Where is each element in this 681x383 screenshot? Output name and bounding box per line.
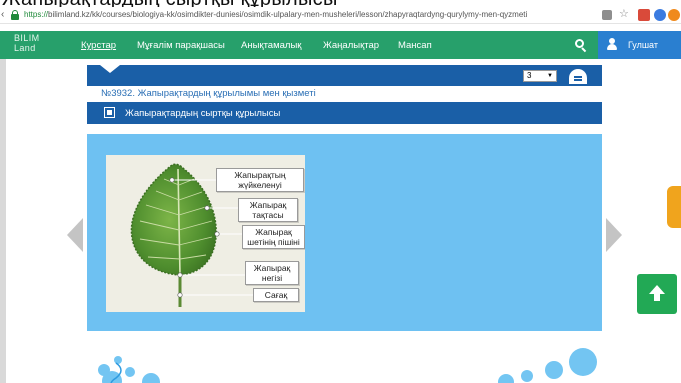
translate-icon[interactable] <box>602 10 612 20</box>
scroll-up-button[interactable] <box>637 274 677 314</box>
lesson-title: №3932. Жапырақтардың құрылымы мен қызмет… <box>101 88 316 99</box>
address-bar[interactable]: ‹ https://bilimland.kz/kk/courses/biolog… <box>0 7 681 24</box>
user-name: Гулшат <box>628 40 658 50</box>
lock-icon <box>11 10 19 20</box>
logo-line-1: BILIM <box>14 33 40 43</box>
callout-venation: Жапырақтың жүйкеленуі <box>216 168 304 192</box>
logo-line-2: Land <box>14 43 36 53</box>
star-icon[interactable]: ☆ <box>619 8 630 21</box>
feedback-tab[interactable] <box>667 186 681 228</box>
grade-value: 3 <box>527 71 532 80</box>
search-icon[interactable] <box>575 39 587 53</box>
arrow-left-icon[interactable] <box>67 218 83 252</box>
cropped-title-text: Жапырақтардың сыртқы құрылысы <box>2 0 338 7</box>
home-icon[interactable] <box>569 69 587 84</box>
extension-blue-icon[interactable] <box>654 9 666 21</box>
nav-item-courses[interactable]: Курстар <box>81 40 116 51</box>
grade-select[interactable]: 3 ▼ <box>523 70 557 82</box>
callout-leaf-margin: Жапырақ шетінің пішіні <box>242 225 305 249</box>
chevron-down-icon: ▼ <box>547 73 553 79</box>
top-nav: BILIM Land Курстар Мұғалім парақшасы Аны… <box>0 31 681 59</box>
url-protocol: https:// <box>24 10 49 19</box>
url-path: bilimland.kz/kk/courses/biologiya-kk/osi… <box>48 10 528 19</box>
nav-item-news[interactable]: Жаңалықтар <box>323 40 379 51</box>
callout-leaf-blade: Жапырақ тақтасы <box>238 198 298 222</box>
leaf-figure: Жапырақтың жүйкеленуі Жапырақ тақтасы Жа… <box>106 155 305 312</box>
nav-item-reference[interactable]: Анықтамалық <box>241 40 301 51</box>
bilimland-logo[interactable]: BILIM Land <box>14 33 40 53</box>
bottom-decoration <box>98 348 597 383</box>
section-title: Жапырақтардың сыртқы құрылысы <box>125 108 281 119</box>
back-caret-icon[interactable]: ‹ <box>1 9 4 20</box>
extension-red-icon[interactable] <box>638 9 650 21</box>
left-edge-bar <box>0 59 6 383</box>
page: Жапырақтардың сыртқы құрылысы ‹ https://… <box>0 0 681 383</box>
user-menu[interactable]: Гулшат <box>598 31 681 59</box>
extension-orange-icon[interactable] <box>668 9 680 21</box>
cropped-title-strip: Жапырақтардың сыртқы құрылысы <box>0 0 681 7</box>
callout-petiole: Сағақ <box>253 288 299 302</box>
header-notch <box>100 65 120 73</box>
nav-item-teacher-page[interactable]: Мұғалім парақшасы <box>137 40 225 51</box>
nav-item-career[interactable]: Мансап <box>398 40 432 51</box>
callout-leaf-base: Жапырақ негізі <box>245 261 299 285</box>
user-icon <box>607 38 617 50</box>
section-icon <box>104 107 115 118</box>
arrow-right-icon[interactable] <box>606 218 622 252</box>
url-text[interactable]: https://bilimland.kz/kk/courses/biologiy… <box>24 10 527 19</box>
